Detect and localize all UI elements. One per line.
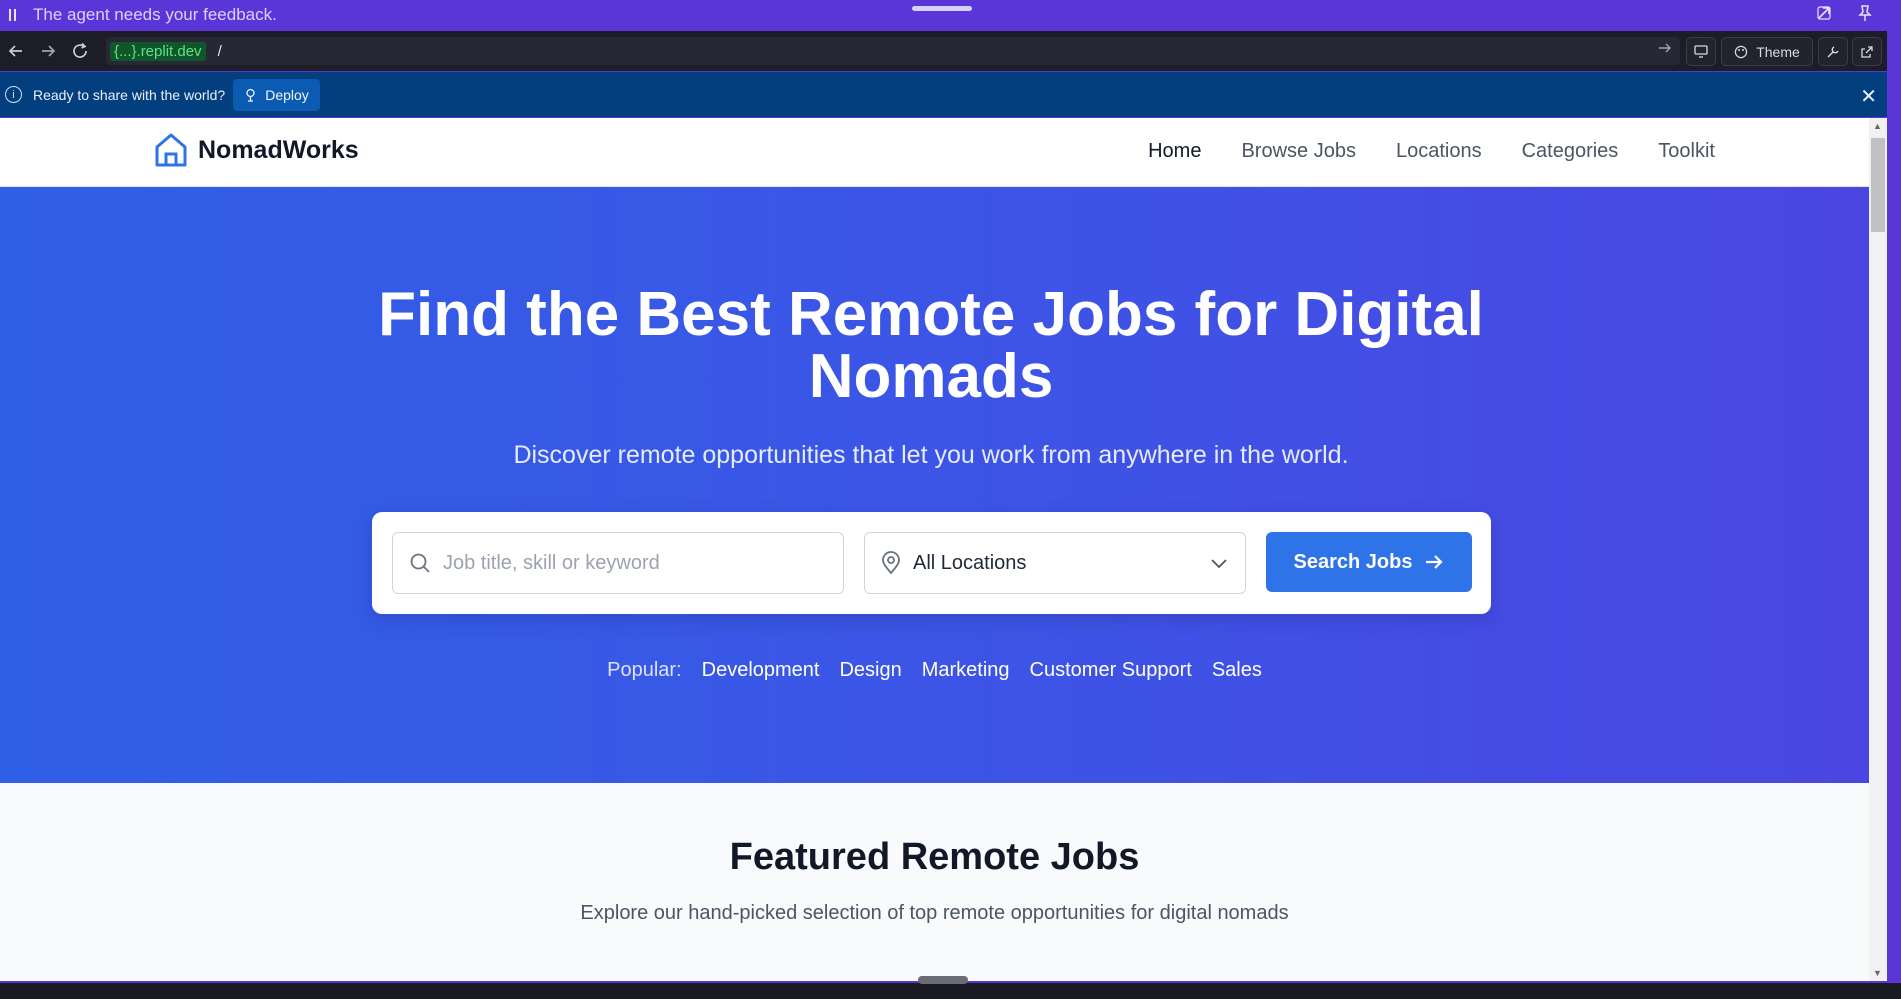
map-pin-icon bbox=[882, 551, 900, 575]
search-jobs-label: Search Jobs bbox=[1293, 550, 1413, 573]
devices-icon[interactable] bbox=[1686, 37, 1716, 66]
keyword-input[interactable]: Job title, skill or keyword bbox=[392, 532, 844, 594]
reload-icon[interactable] bbox=[64, 35, 96, 67]
scroll-down-icon[interactable]: ▼ bbox=[1873, 968, 1882, 978]
site-header: NomadWorks Home Browse Jobs Locations Ca… bbox=[0, 118, 1869, 187]
theme-button[interactable]: Theme bbox=[1721, 37, 1813, 66]
arrow-right-icon bbox=[1426, 555, 1444, 569]
go-arrow-icon[interactable] bbox=[1658, 41, 1672, 58]
hero-section: Find the Best Remote Jobs for Digital No… bbox=[0, 187, 1869, 783]
brand-name: NomadWorks bbox=[198, 135, 359, 164]
popular-tags: Popular: Development Design Marketing Cu… bbox=[0, 659, 1869, 682]
featured-subtitle: Explore our hand-picked selection of top… bbox=[580, 902, 1289, 924]
main-nav: Home Browse Jobs Locations Categories To… bbox=[1148, 140, 1715, 163]
nav-home[interactable]: Home bbox=[1148, 140, 1201, 163]
back-arrow-icon[interactable] bbox=[0, 35, 32, 67]
keyword-placeholder: Job title, skill or keyword bbox=[443, 551, 660, 574]
nav-toolkit[interactable]: Toolkit bbox=[1658, 140, 1715, 163]
deploy-icon bbox=[246, 88, 255, 102]
popular-tag-sales[interactable]: Sales bbox=[1212, 659, 1262, 682]
scroll-up-icon[interactable]: ▲ bbox=[1873, 121, 1882, 131]
url-path: / bbox=[217, 42, 222, 60]
page-scrollbar[interactable]: ▲ ▼ bbox=[1869, 118, 1887, 981]
chevron-down-icon bbox=[1211, 559, 1227, 569]
deploy-label: Deploy bbox=[265, 86, 309, 103]
hero-subtitle: Discover remote opportunities that let y… bbox=[513, 441, 1349, 469]
info-icon: i bbox=[5, 86, 22, 103]
expand-icon[interactable] bbox=[1813, 2, 1835, 24]
search-icon bbox=[410, 553, 430, 573]
external-link-icon[interactable] bbox=[1852, 37, 1882, 66]
url-host: {...}.replit.dev bbox=[110, 41, 206, 61]
deploy-banner: i Ready to share with the world? Deploy … bbox=[0, 72, 1887, 117]
theme-label: Theme bbox=[1756, 43, 1800, 60]
hero-title: Find the Best Remote Jobs for Digital No… bbox=[378, 280, 1484, 411]
nav-locations[interactable]: Locations bbox=[1396, 140, 1482, 163]
resize-handle[interactable] bbox=[918, 976, 968, 984]
popular-tag-customer-support[interactable]: Customer Support bbox=[1030, 659, 1192, 682]
close-icon[interactable]: ✕ bbox=[1860, 84, 1877, 109]
url-input[interactable]: {...}.replit.dev / bbox=[106, 37, 1680, 65]
drag-handle[interactable] bbox=[912, 6, 972, 11]
job-search-form: Job title, skill or keyword All Location… bbox=[372, 512, 1491, 614]
popular-tag-development[interactable]: Development bbox=[702, 659, 820, 682]
webpage-viewport: NomadWorks Home Browse Jobs Locations Ca… bbox=[0, 118, 1869, 981]
banner-text: Ready to share with the world? bbox=[33, 86, 226, 103]
app-frame: The agent needs your feedback. {...}.rep… bbox=[0, 0, 1901, 999]
brand-logo[interactable]: NomadWorks bbox=[153, 131, 359, 169]
pause-icon[interactable] bbox=[9, 8, 23, 22]
popular-label: Popular: bbox=[607, 659, 682, 681]
nav-categories[interactable]: Categories bbox=[1522, 140, 1619, 163]
location-select[interactable]: All Locations bbox=[864, 532, 1246, 594]
wrench-icon[interactable] bbox=[1818, 37, 1848, 66]
popular-tag-design[interactable]: Design bbox=[839, 659, 901, 682]
search-jobs-button[interactable]: Search Jobs bbox=[1266, 532, 1472, 592]
location-value: All Locations bbox=[913, 551, 1027, 574]
agent-message: The agent needs your feedback. bbox=[33, 5, 277, 24]
agent-feedback-bar: The agent needs your feedback. bbox=[0, 0, 1901, 30]
scrollbar-thumb[interactable] bbox=[1871, 138, 1885, 232]
home-icon bbox=[155, 133, 187, 167]
browser-url-bar: {...}.replit.dev / Theme bbox=[0, 31, 1887, 71]
featured-title: Featured Remote Jobs bbox=[729, 836, 1140, 878]
pin-icon[interactable] bbox=[1854, 2, 1876, 24]
nav-browse-jobs[interactable]: Browse Jobs bbox=[1241, 140, 1356, 163]
forward-arrow-icon[interactable] bbox=[32, 35, 64, 67]
palette-icon bbox=[1735, 45, 1748, 58]
deploy-button[interactable]: Deploy bbox=[233, 78, 320, 111]
popular-tag-marketing[interactable]: Marketing bbox=[922, 659, 1010, 682]
